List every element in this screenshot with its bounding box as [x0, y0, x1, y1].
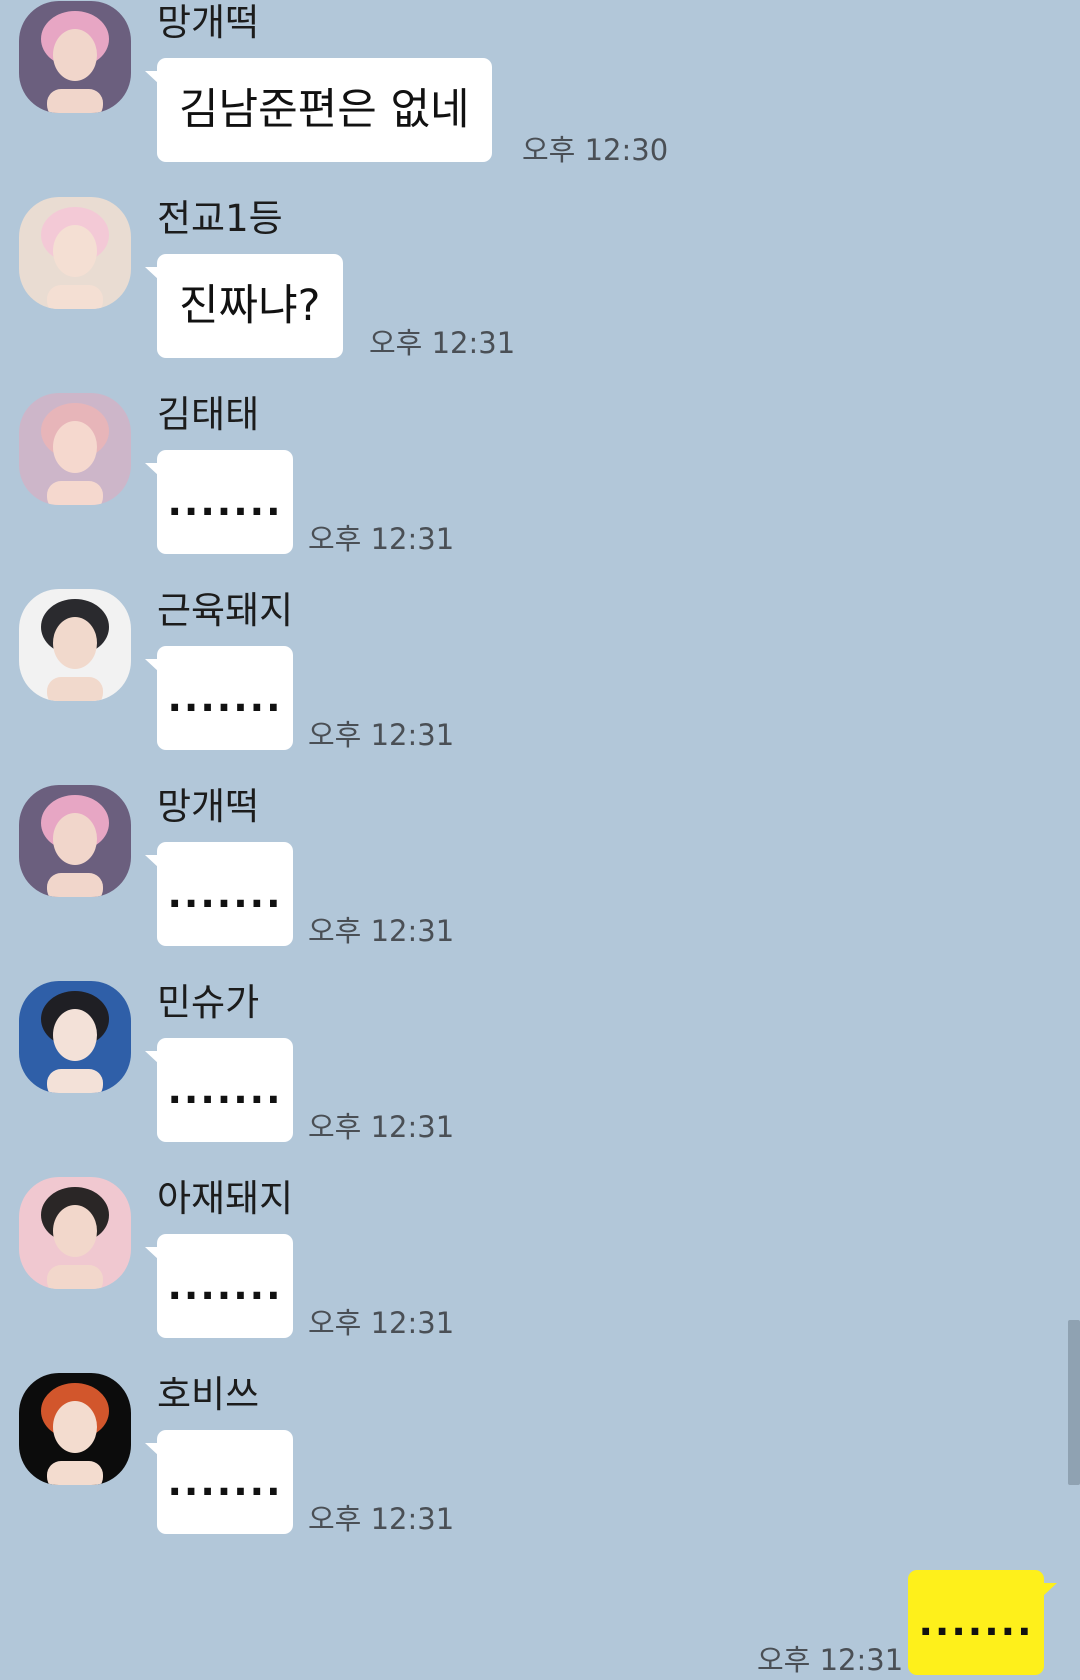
message-bubble[interactable]: ....... [145, 1038, 293, 1142]
profile-avatar[interactable] [19, 197, 131, 309]
scrollbar-thumb[interactable] [1068, 1320, 1080, 1485]
my-message-bubble[interactable]: ....... [908, 1570, 1057, 1675]
avatar-portrait-icon [19, 197, 131, 309]
message-bubble[interactable]: ....... [145, 842, 293, 946]
chat-message: 호비쓰 ....... 오후 12:31 [0, 1372, 1080, 1568]
chat-message: 망개떡 ....... 오후 12:31 [0, 784, 1080, 980]
message-time: 오후 12:31 [369, 326, 516, 360]
chat-message: 김태태 ....... 오후 12:31 [0, 392, 1080, 588]
profile-avatar[interactable] [19, 1177, 131, 1289]
sender-name: 민슈가 [157, 981, 260, 1024]
profile-avatar[interactable] [19, 393, 131, 505]
profile-avatar[interactable] [19, 1373, 131, 1485]
message-time: 오후 12:31 [308, 1306, 455, 1340]
sender-name: 호비쓰 [157, 1373, 260, 1416]
chat-message: 민슈가 ....... 오후 12:31 [0, 980, 1080, 1176]
message-time: 오후 12:31 [308, 522, 455, 556]
message-time: 오후 12:31 [308, 1502, 455, 1536]
sender-name: 전교1등 [157, 197, 283, 240]
sender-name: 근육돼지 [157, 589, 294, 632]
chat-message: 망개떡 김남준편은 없네 오후 12:30 [0, 0, 1080, 196]
profile-avatar[interactable] [19, 981, 131, 1093]
message-bubble[interactable]: 김남준편은 없네 [145, 58, 492, 162]
avatar-portrait-icon [19, 393, 131, 505]
profile-avatar[interactable] [19, 785, 131, 897]
chat-message: 아재돼지 ....... 오후 12:31 [0, 1176, 1080, 1372]
message-bubble[interactable]: ....... [145, 646, 293, 750]
profile-avatar[interactable] [19, 589, 131, 701]
avatar-portrait-icon [19, 589, 131, 701]
avatar-portrait-icon [19, 981, 131, 1093]
avatar-portrait-icon [19, 1, 131, 113]
avatar-portrait-icon [19, 1177, 131, 1289]
chat-message: 전교1등 진짜냐? 오후 12:31 [0, 196, 1080, 392]
avatar-portrait-icon [19, 785, 131, 897]
message-bubble[interactable]: 진짜냐? [145, 254, 343, 358]
message-time: 오후 12:30 [522, 133, 669, 167]
message-time: 오후 12:31 [308, 1110, 455, 1144]
sender-name: 김태태 [157, 393, 260, 436]
sender-name: 망개떡 [157, 785, 260, 828]
sender-name: 아재돼지 [157, 1177, 294, 1220]
sender-name: 망개떡 [157, 1, 260, 44]
chat-message: 근육돼지 ....... 오후 12:31 [0, 588, 1080, 784]
profile-avatar[interactable] [19, 1, 131, 113]
my-message-time: 오후 12:31 [757, 1643, 904, 1677]
avatar-portrait-icon [19, 1373, 131, 1485]
message-time: 오후 12:31 [308, 718, 455, 752]
message-time: 오후 12:31 [308, 914, 455, 948]
message-bubble[interactable]: ....... [145, 1234, 293, 1338]
message-bubble[interactable]: ....... [145, 450, 293, 554]
message-bubble[interactable]: ....... [145, 1430, 293, 1534]
